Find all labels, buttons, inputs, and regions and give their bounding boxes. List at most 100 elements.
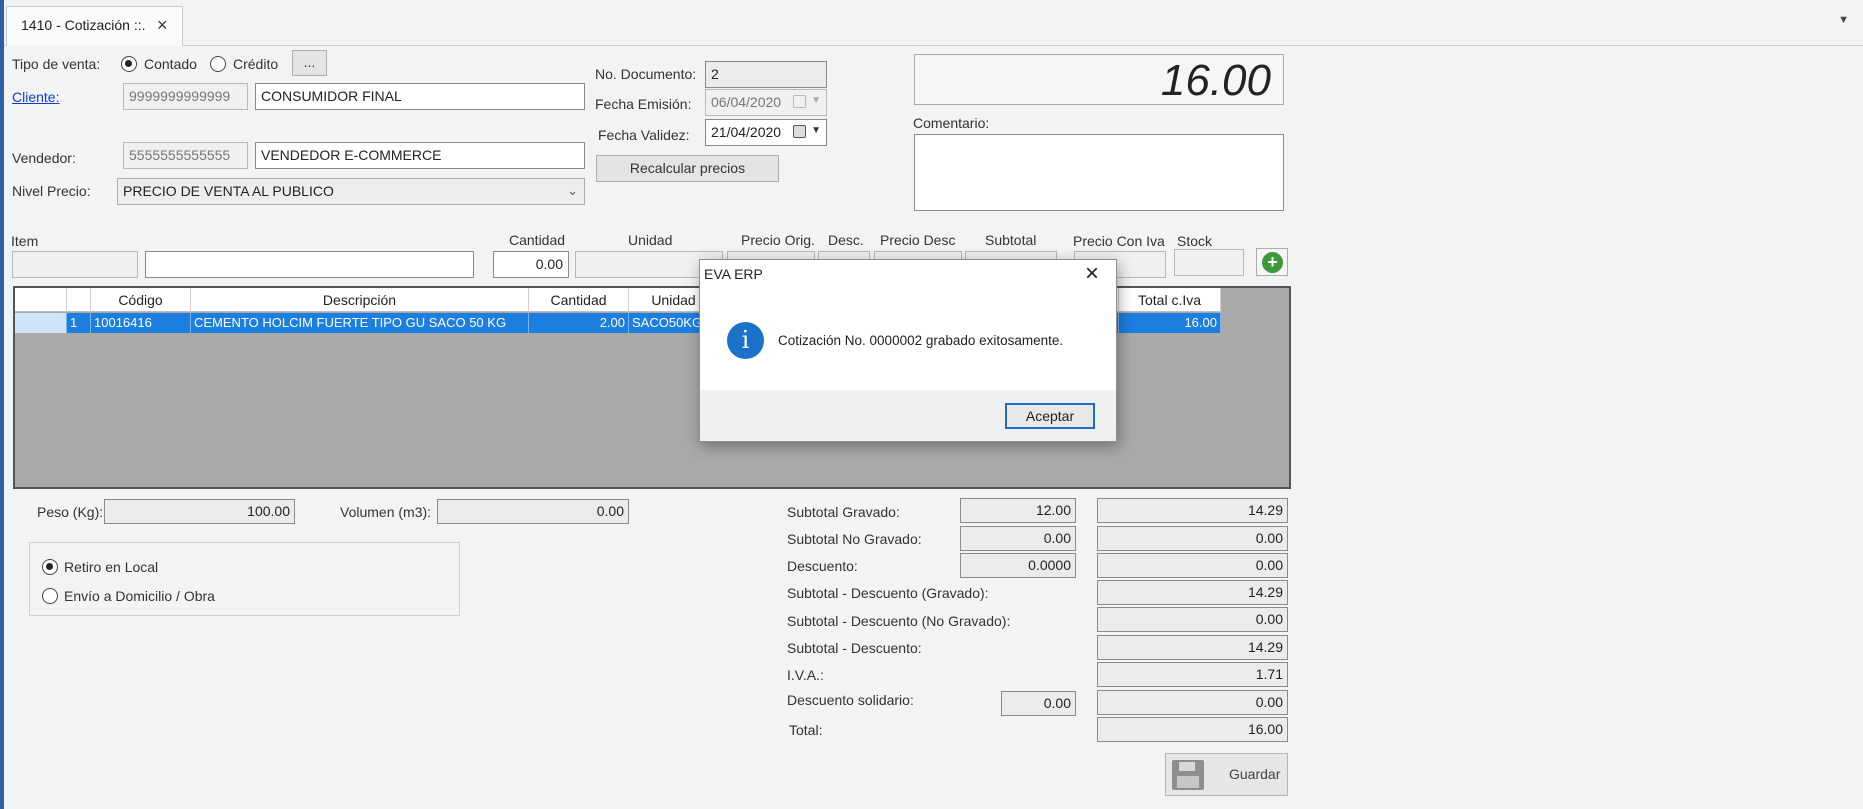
item-label: Item <box>11 233 39 249</box>
sub-desc-value: 14.29 <box>1097 635 1288 660</box>
seller-label: Vendedor: <box>12 150 76 166</box>
price-level-value: PRECIO DE VENTA AL PUBLICO <box>123 183 334 199</box>
add-item-button[interactable]: + <box>1256 248 1288 276</box>
discount-total-input[interactable]: 0.0000 <box>960 553 1076 578</box>
price-level-select[interactable]: PRECIO DE VENTA AL PUBLICO ⌄ <box>117 178 585 205</box>
dialog-ok-button[interactable]: Aceptar <box>1005 403 1095 429</box>
weight-label: Peso (Kg): <box>37 504 104 520</box>
subtotal-no-gravado-value: 0.00 <box>1097 526 1288 551</box>
grid-header-total-iva[interactable]: Total c.Iva <box>1119 288 1221 312</box>
unit-label: Unidad <box>628 232 673 248</box>
subtotal-label: Subtotal <box>985 232 1037 248</box>
solidarity-discount-value: 0.00 <box>1097 690 1288 715</box>
recalc-prices-button[interactable]: Recalcular precios <box>596 155 779 182</box>
radio-retiro[interactable] <box>42 559 58 575</box>
total-display: 16.00 <box>914 54 1284 105</box>
floppy-disk-icon <box>1172 760 1204 790</box>
seller-id-field[interactable]: 5555555555555 <box>123 142 248 169</box>
grid-cell-quantity[interactable]: 2.00 <box>529 313 629 333</box>
calendar-icon[interactable] <box>793 125 806 138</box>
sub-desc-gravado-value: 14.29 <box>1097 580 1288 605</box>
more-options-button[interactable]: ... <box>292 50 327 76</box>
info-icon: i <box>727 322 764 359</box>
doc-number-label: No. Documento: <box>595 66 697 82</box>
discount-total-label: Descuento: <box>787 558 858 574</box>
seller-name-field[interactable]: VENDEDOR E-COMMERCE <box>255 142 585 169</box>
tab-title: 1410 - Cotización ::. <box>21 17 146 33</box>
grid-cell-total-iva[interactable]: 16.00 <box>1119 313 1221 333</box>
grid-header-code[interactable]: Código <box>91 288 191 312</box>
comment-label: Comentario: <box>913 115 990 131</box>
grid-row-selector[interactable] <box>15 313 67 333</box>
issue-date-label: Fecha Emisión: <box>595 96 692 112</box>
grid-cell-description[interactable]: CEMENTO HOLCIM FUERTE TIPO GU SACO 50 KG <box>191 313 529 333</box>
dialog-title: EVA ERP <box>704 266 763 282</box>
volume-label: Volumen (m3): <box>340 504 432 520</box>
chevron-down-icon: ▼ <box>811 95 821 106</box>
grid-cell-number[interactable]: 1 <box>67 313 91 333</box>
item-desc-field[interactable] <box>145 251 474 278</box>
radio-contado-label: Contado <box>144 56 197 72</box>
stock-label: Stock <box>1177 233 1213 249</box>
item-code-field[interactable] <box>12 251 138 278</box>
issue-date-value: 06/04/2020 <box>711 94 782 110</box>
iva-value: 1.71 <box>1097 662 1288 687</box>
radio-credito-label: Crédito <box>233 56 279 72</box>
total-value: 16.00 <box>1097 717 1288 742</box>
client-link[interactable]: Cliente: <box>12 89 59 105</box>
radio-retiro-label: Retiro en Local <box>64 559 159 575</box>
chevron-down-icon[interactable]: ▼ <box>811 120 821 141</box>
price-iva-label: Precio Con Iva <box>1073 233 1165 249</box>
discount-total-value: 0.00 <box>1097 553 1288 578</box>
quantity-field[interactable]: 0.00 <box>493 251 569 278</box>
dialog-message: Cotización No. 0000002 grabado exitosame… <box>778 333 1064 348</box>
solidarity-discount-label: Descuento solidario: <box>787 692 914 708</box>
chevron-down-icon: ⌄ <box>567 183 578 198</box>
weight-field[interactable]: 100.00 <box>104 499 295 524</box>
sub-desc-gravado-label: Subtotal - Descuento (Gravado): <box>787 585 989 601</box>
client-id-field[interactable]: 9999999999999 <box>123 83 248 110</box>
subtotal-gravado-input[interactable]: 12.00 <box>960 498 1076 523</box>
grid-header-selector <box>15 288 67 312</box>
dialog-close-icon[interactable]: × <box>1085 260 1099 288</box>
valid-date-value: 21/04/2020 <box>711 124 782 140</box>
total-label: Total: <box>789 722 823 738</box>
valid-date-field[interactable]: 21/04/2020 ▼ <box>705 119 827 146</box>
volume-field[interactable]: 0.00 <box>437 499 629 524</box>
iva-label: I.V.A.: <box>787 667 824 683</box>
save-button[interactable]: Guardar <box>1165 753 1288 796</box>
info-dialog: EVA ERP × i Cotización No. 0000002 graba… <box>699 259 1117 442</box>
grid-header-description[interactable]: Descripción <box>191 288 529 312</box>
plus-icon: + <box>1262 252 1283 273</box>
calendar-icon <box>793 95 806 108</box>
tab-cotizacion[interactable]: 1410 - Cotización ::. × <box>6 6 183 46</box>
subtotal-gravado-label: Subtotal Gravado: <box>787 504 900 520</box>
subtotal-no-gravado-input[interactable]: 0.00 <box>960 526 1076 551</box>
grid-header-quantity[interactable]: Cantidad <box>529 288 629 312</box>
chevron-down-icon[interactable]: ▼ <box>1838 14 1849 26</box>
disc-price-label: Precio Desc <box>880 232 956 248</box>
close-icon[interactable]: × <box>157 15 168 36</box>
client-name-field[interactable]: CONSUMIDOR FINAL <box>255 83 585 110</box>
orig-price-label: Precio Orig. <box>741 232 815 248</box>
discount-label: Desc. <box>828 232 864 248</box>
doc-number-field[interactable]: 2 <box>705 61 827 88</box>
subtotal-no-gravado-label: Subtotal No Gravado: <box>787 531 922 547</box>
solidarity-discount-input[interactable]: 0.00 <box>1001 691 1076 716</box>
radio-envio-label: Envío a Domicilio / Obra <box>64 588 215 604</box>
radio-contado[interactable] <box>121 56 137 72</box>
comment-textarea[interactable] <box>914 134 1284 211</box>
valid-date-label: Fecha Validez: <box>598 127 690 143</box>
grid-cell-code[interactable]: 10016416 <box>91 313 191 333</box>
sub-desc-no-gravado-value: 0.00 <box>1097 607 1288 632</box>
radio-envio[interactable] <box>42 588 58 604</box>
quantity-label: Cantidad <box>509 232 566 248</box>
subtotal-gravado-value: 14.29 <box>1097 498 1288 523</box>
delivery-group <box>29 542 460 616</box>
issue-date-field[interactable]: 06/04/2020 ▼ <box>705 89 827 116</box>
stock-field[interactable] <box>1174 249 1244 276</box>
save-button-label: Guardar <box>1229 766 1281 782</box>
price-level-label: Nivel Precio: <box>12 183 91 199</box>
grid-header-number <box>67 288 91 312</box>
radio-credito[interactable] <box>210 56 226 72</box>
